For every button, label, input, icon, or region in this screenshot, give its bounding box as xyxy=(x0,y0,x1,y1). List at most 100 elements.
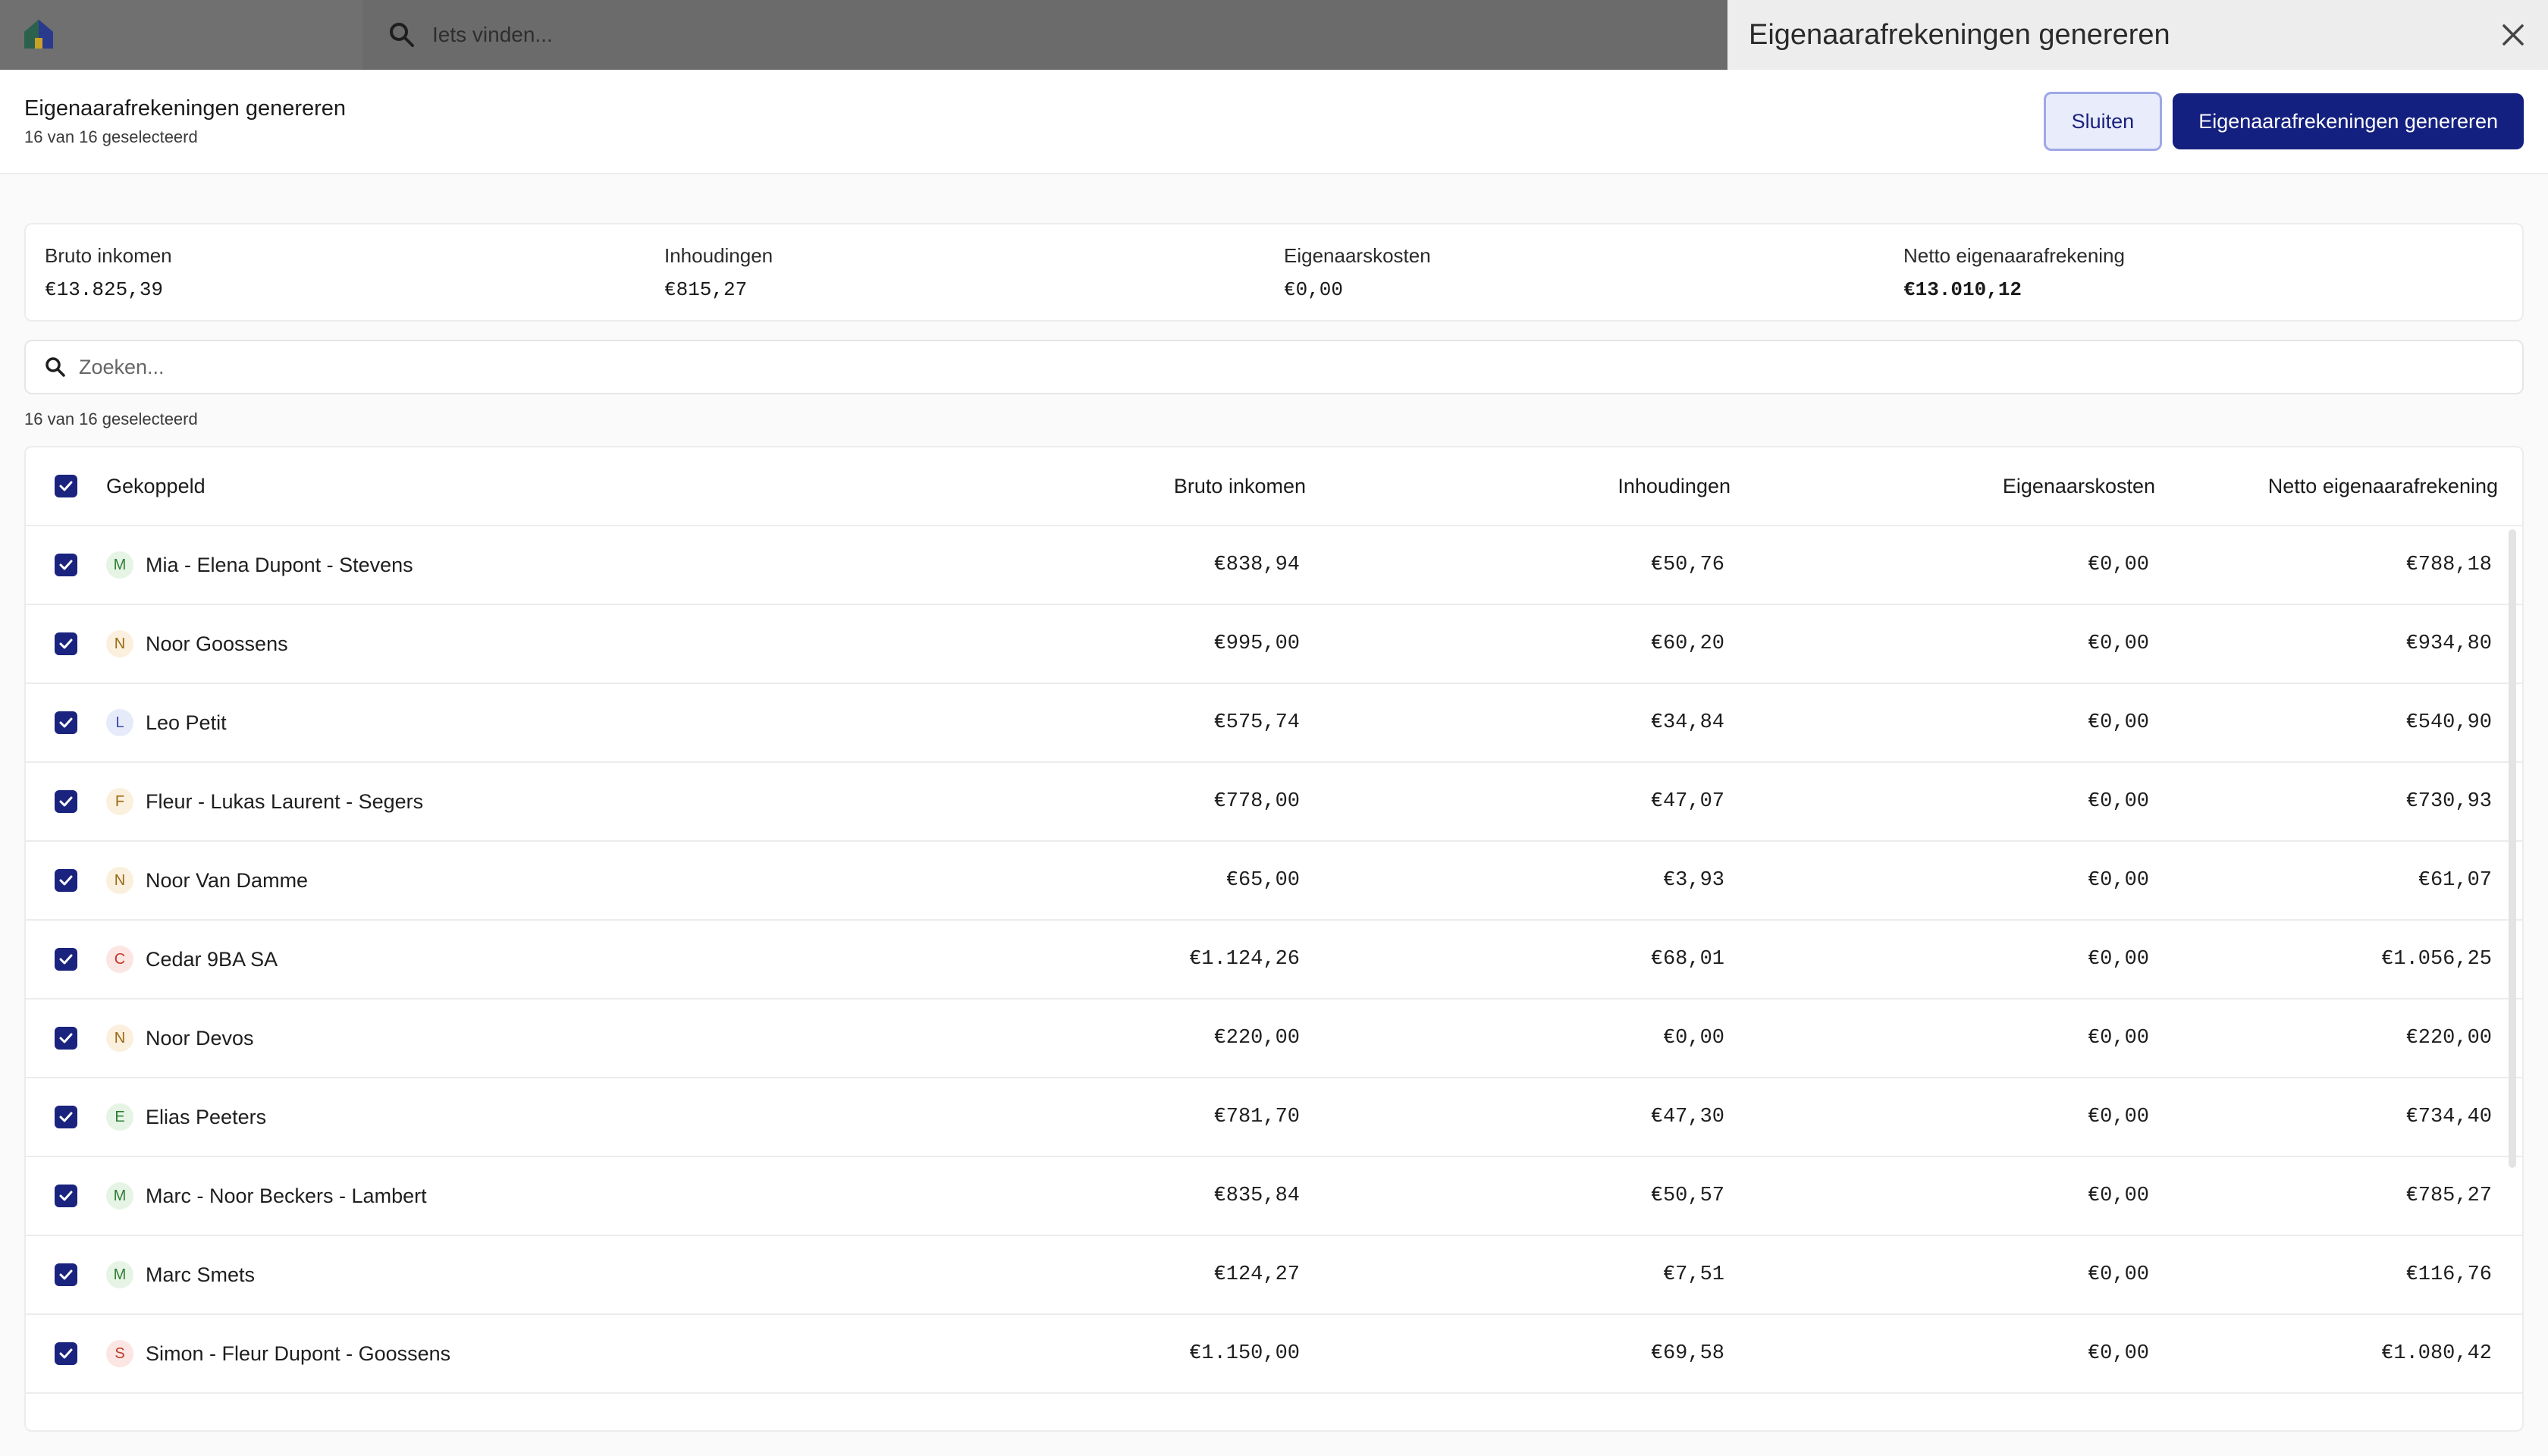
avatar: S xyxy=(106,1340,133,1367)
table-row[interactable]: C Cedar 9BA SA €1.124,26 €68,01 €0,00 €1… xyxy=(26,921,2522,999)
net-statement-cell: €1.080,42 xyxy=(2381,1342,2492,1365)
owner-costs-cell: €0,00 xyxy=(2087,632,2149,655)
row-checkbox[interactable] xyxy=(55,1106,77,1128)
gross-income-cell: €65,00 xyxy=(1225,869,1300,892)
avatar: M xyxy=(106,1261,133,1288)
owner-cell: N Noor Goossens xyxy=(106,630,895,657)
check-icon xyxy=(59,481,73,491)
row-checkbox[interactable] xyxy=(55,948,77,971)
deductions-cell: €47,30 xyxy=(1650,1106,1724,1128)
check-icon xyxy=(59,1269,73,1280)
owner-name: Fleur - Lukas Laurent - Segers xyxy=(146,789,424,813)
owner-costs-cell: €0,00 xyxy=(2087,790,2149,813)
deductions-cell: €3,93 xyxy=(1662,869,1724,892)
net-statement-cell: €734,40 xyxy=(2405,1106,2492,1128)
close-button[interactable]: Sluiten xyxy=(2043,92,2163,151)
table-row[interactable]: M Marc Smets €124,27 €7,51 €0,00 €116,76 xyxy=(26,1236,2522,1315)
net-statement-cell: €788,18 xyxy=(2405,554,2492,576)
owner-costs-cell: €0,00 xyxy=(2087,1185,2149,1207)
row-checkbox[interactable] xyxy=(55,1027,77,1050)
owner-cell: F Fleur - Lukas Laurent - Segers xyxy=(106,788,895,815)
owner-name: Marc Smets xyxy=(146,1263,256,1286)
net-statement-cell: €1.056,25 xyxy=(2381,948,2492,971)
owner-costs-cell: €0,00 xyxy=(2087,711,2149,734)
close-icon[interactable] xyxy=(2498,20,2528,50)
check-icon xyxy=(59,639,73,649)
gross-income-cell: €575,74 xyxy=(1213,711,1300,734)
deductions-cell: €47,07 xyxy=(1650,790,1724,813)
row-checkbox[interactable] xyxy=(55,790,77,813)
search-icon xyxy=(390,23,414,47)
modal-actions: Sluiten Eigenaarafrekeningen genereren xyxy=(2043,92,2524,151)
table-row[interactable]: S Simon - Fleur Dupont - Goossens €1.150… xyxy=(26,1315,2522,1394)
column-header-gross[interactable]: Bruto inkomen xyxy=(895,475,1306,498)
search-icon xyxy=(46,357,65,377)
summary-net-label: Netto eigenaarafrekening xyxy=(1903,243,2125,267)
deductions-cell: €68,01 xyxy=(1650,948,1724,971)
table-row[interactable]: F Fleur - Lukas Laurent - Segers €778,00… xyxy=(26,763,2522,842)
modal-body: Bruto inkomen €13.825,39 Inhoudingen €81… xyxy=(0,174,2548,1432)
column-header-deductions[interactable]: Inhoudingen xyxy=(1306,475,1731,498)
gross-income-cell: €838,94 xyxy=(1213,554,1300,576)
summary-costs: Eigenaarskosten €0,00 xyxy=(1284,244,1903,301)
table-row[interactable]: L Leo Petit €575,74 €34,84 €0,00 €540,90 xyxy=(26,684,2522,763)
search-input[interactable] xyxy=(77,354,2504,380)
avatar: M xyxy=(106,551,133,579)
panel-title: Eigenaarafrekeningen genereren xyxy=(1749,18,2170,51)
avatar: M xyxy=(106,1182,133,1210)
gross-income-cell: €1.150,00 xyxy=(1189,1342,1300,1365)
owner-name: Elias Peeters xyxy=(146,1105,267,1128)
owner-name: Mia - Elena Dupont - Stevens xyxy=(146,553,413,576)
column-header-costs[interactable]: Eigenaarskosten xyxy=(1731,475,2155,498)
selection-count: 16 van 16 geselecteerd xyxy=(24,410,198,428)
table-row[interactable]: M Mia - Elena Dupont - Stevens €838,94 €… xyxy=(26,526,2522,605)
check-icon xyxy=(59,875,73,886)
summary-costs-value: €0,00 xyxy=(1284,278,1344,301)
owner-name: Cedar 9BA SA xyxy=(146,947,278,971)
owner-cell: M Mia - Elena Dupont - Stevens xyxy=(106,551,895,579)
avatar: N xyxy=(106,630,133,657)
row-checkbox[interactable] xyxy=(55,869,77,892)
table-row[interactable]: N Noor Van Damme €65,00 €3,93 €0,00 €61,… xyxy=(26,842,2522,921)
modal-heading: Eigenaarafrekeningen genereren 16 van 16… xyxy=(24,96,346,147)
owner-cell: S Simon - Fleur Dupont - Goossens xyxy=(106,1340,895,1367)
owner-costs-cell: €0,00 xyxy=(2087,554,2149,576)
owner-name: Marc - Noor Beckers - Lambert xyxy=(146,1184,427,1207)
owner-costs-cell: €0,00 xyxy=(2087,1106,2149,1128)
panel-header: Eigenaarafrekeningen genereren xyxy=(1727,0,2548,70)
row-checkbox[interactable] xyxy=(55,1185,77,1207)
row-checkbox[interactable] xyxy=(55,711,77,734)
summary-net-value: €13.010,12 xyxy=(1903,278,2022,301)
check-icon xyxy=(59,1348,73,1359)
owner-cell: C Cedar 9BA SA xyxy=(106,946,895,973)
table-row[interactable]: N Noor Goossens €995,00 €60,20 €0,00 €93… xyxy=(26,605,2522,684)
row-checkbox[interactable] xyxy=(55,1342,77,1365)
column-header-linked[interactable]: Gekoppeld xyxy=(106,475,895,498)
net-statement-cell: €540,90 xyxy=(2405,711,2492,734)
avatar: L xyxy=(106,709,133,736)
summary-gross: Bruto inkomen €13.825,39 xyxy=(45,244,664,301)
net-statement-cell: €220,00 xyxy=(2405,1027,2492,1050)
owner-costs-cell: €0,00 xyxy=(2087,948,2149,971)
owner-cell: N Noor Van Damme xyxy=(106,867,895,894)
table-row[interactable]: N Noor Devos €220,00 €0,00 €0,00 €220,00 xyxy=(26,999,2522,1078)
net-statement-cell: €116,76 xyxy=(2405,1263,2492,1286)
row-checkbox[interactable] xyxy=(55,632,77,655)
generate-statements-button[interactable]: Eigenaarafrekeningen genereren xyxy=(2173,93,2524,149)
table-row[interactable]: E Elias Peeters €781,70 €47,30 €0,00 €73… xyxy=(26,1078,2522,1157)
check-icon xyxy=(59,1112,73,1122)
select-all-checkbox[interactable] xyxy=(55,475,77,497)
column-header-net[interactable]: Netto eigenaarafrekening xyxy=(2155,475,2498,498)
owner-costs-cell: €0,00 xyxy=(2087,869,2149,892)
table-row[interactable]: M Marc - Noor Beckers - Lambert €835,84 … xyxy=(26,1157,2522,1236)
row-select-cell xyxy=(26,1106,106,1128)
avatar: F xyxy=(106,788,133,815)
app-global-search[interactable]: Iets vinden... xyxy=(387,17,553,53)
row-checkbox[interactable] xyxy=(55,554,77,576)
row-checkbox[interactable] xyxy=(55,1263,77,1286)
app-search-placeholder: Iets vinden... xyxy=(432,23,553,46)
owner-costs-cell: €0,00 xyxy=(2087,1263,2149,1286)
row-select-cell xyxy=(26,632,106,655)
owner-name: Noor Goossens xyxy=(146,632,288,655)
table-scrollbar[interactable] xyxy=(2509,529,2516,1168)
